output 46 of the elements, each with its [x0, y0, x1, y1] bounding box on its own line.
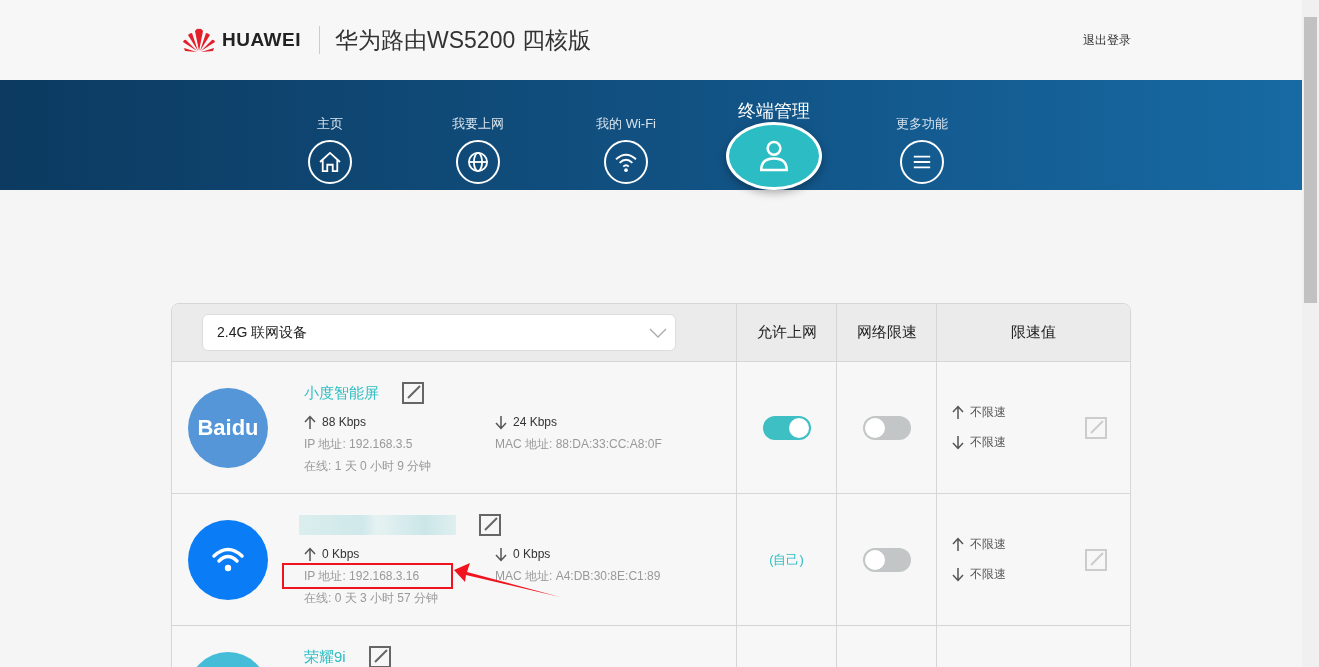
download-limit: 不限速	[970, 566, 1006, 583]
arrow-up-icon	[952, 405, 964, 420]
download-limit: 不限速	[970, 434, 1006, 451]
self-label: (自己)	[769, 550, 804, 569]
chevron-down-icon	[649, 327, 667, 338]
speed-limit-toggle[interactable]	[862, 415, 911, 440]
nav-tab[interactable]: 我要上网	[433, 80, 523, 190]
device-name: 小度智能屏	[304, 383, 379, 403]
download-speed: 0 Kbps	[513, 547, 551, 561]
access-toggle[interactable]	[762, 415, 811, 440]
speed-limit-toggle[interactable]	[862, 547, 911, 572]
product-title: 华为路由WS5200 四核版	[335, 25, 591, 55]
column-header: 限速值	[936, 304, 1130, 361]
nav-tab[interactable]: 更多功能	[877, 80, 967, 190]
upload-speed: 0 Kbps	[322, 547, 360, 561]
upload-limit: 不限速	[970, 536, 1006, 553]
arrow-up-icon	[304, 414, 316, 430]
logout-link[interactable]: 退出登录	[1083, 31, 1131, 49]
download-speed: 24 Kbps	[513, 415, 558, 429]
ip-address: IP 地址: 192.168.3.5	[304, 436, 414, 453]
arrow-down-icon	[495, 546, 507, 562]
upload-speed: 88 Kbps	[322, 415, 367, 429]
edit-icon[interactable]	[478, 513, 502, 537]
logo-icon	[182, 27, 216, 53]
mac-address: MAC 地址: 88:DA:33:CC:A8:0F	[495, 436, 662, 453]
ip-address: IP 地址: 192.168.3.16	[284, 565, 451, 587]
arrow-down-icon	[952, 567, 964, 582]
nav-tab[interactable]: 主页	[285, 80, 375, 190]
nav-tab[interactable]: 我的 Wi-Fi	[581, 80, 671, 190]
scrollbar-thumb[interactable]	[1304, 17, 1317, 303]
arrow-down-icon	[952, 435, 964, 450]
device-avatar: Baidu	[188, 387, 268, 468]
brand-name: HUAWEI	[222, 29, 301, 51]
device-type-select[interactable]: 2.4G 联网设备	[202, 314, 676, 351]
device-name: 荣耀9i	[304, 647, 346, 667]
column-header: 网络限速	[836, 304, 936, 361]
arrow-down-icon	[495, 414, 507, 430]
arrow-up-icon	[952, 537, 964, 552]
column-header: 允许上网	[736, 304, 836, 361]
online-time: 在线: 0 天 3 小时 57 分钟	[304, 590, 440, 607]
edit-icon[interactable]	[401, 381, 425, 405]
arrow-up-icon	[304, 546, 316, 562]
online-time: 在线: 1 天 0 小时 9 分钟	[304, 458, 433, 475]
edit-icon[interactable]	[367, 645, 392, 667]
upload-limit: 不限速	[970, 404, 1006, 421]
mac-address: MAC 地址: A4:DB:30:8E:C1:89	[495, 568, 661, 585]
